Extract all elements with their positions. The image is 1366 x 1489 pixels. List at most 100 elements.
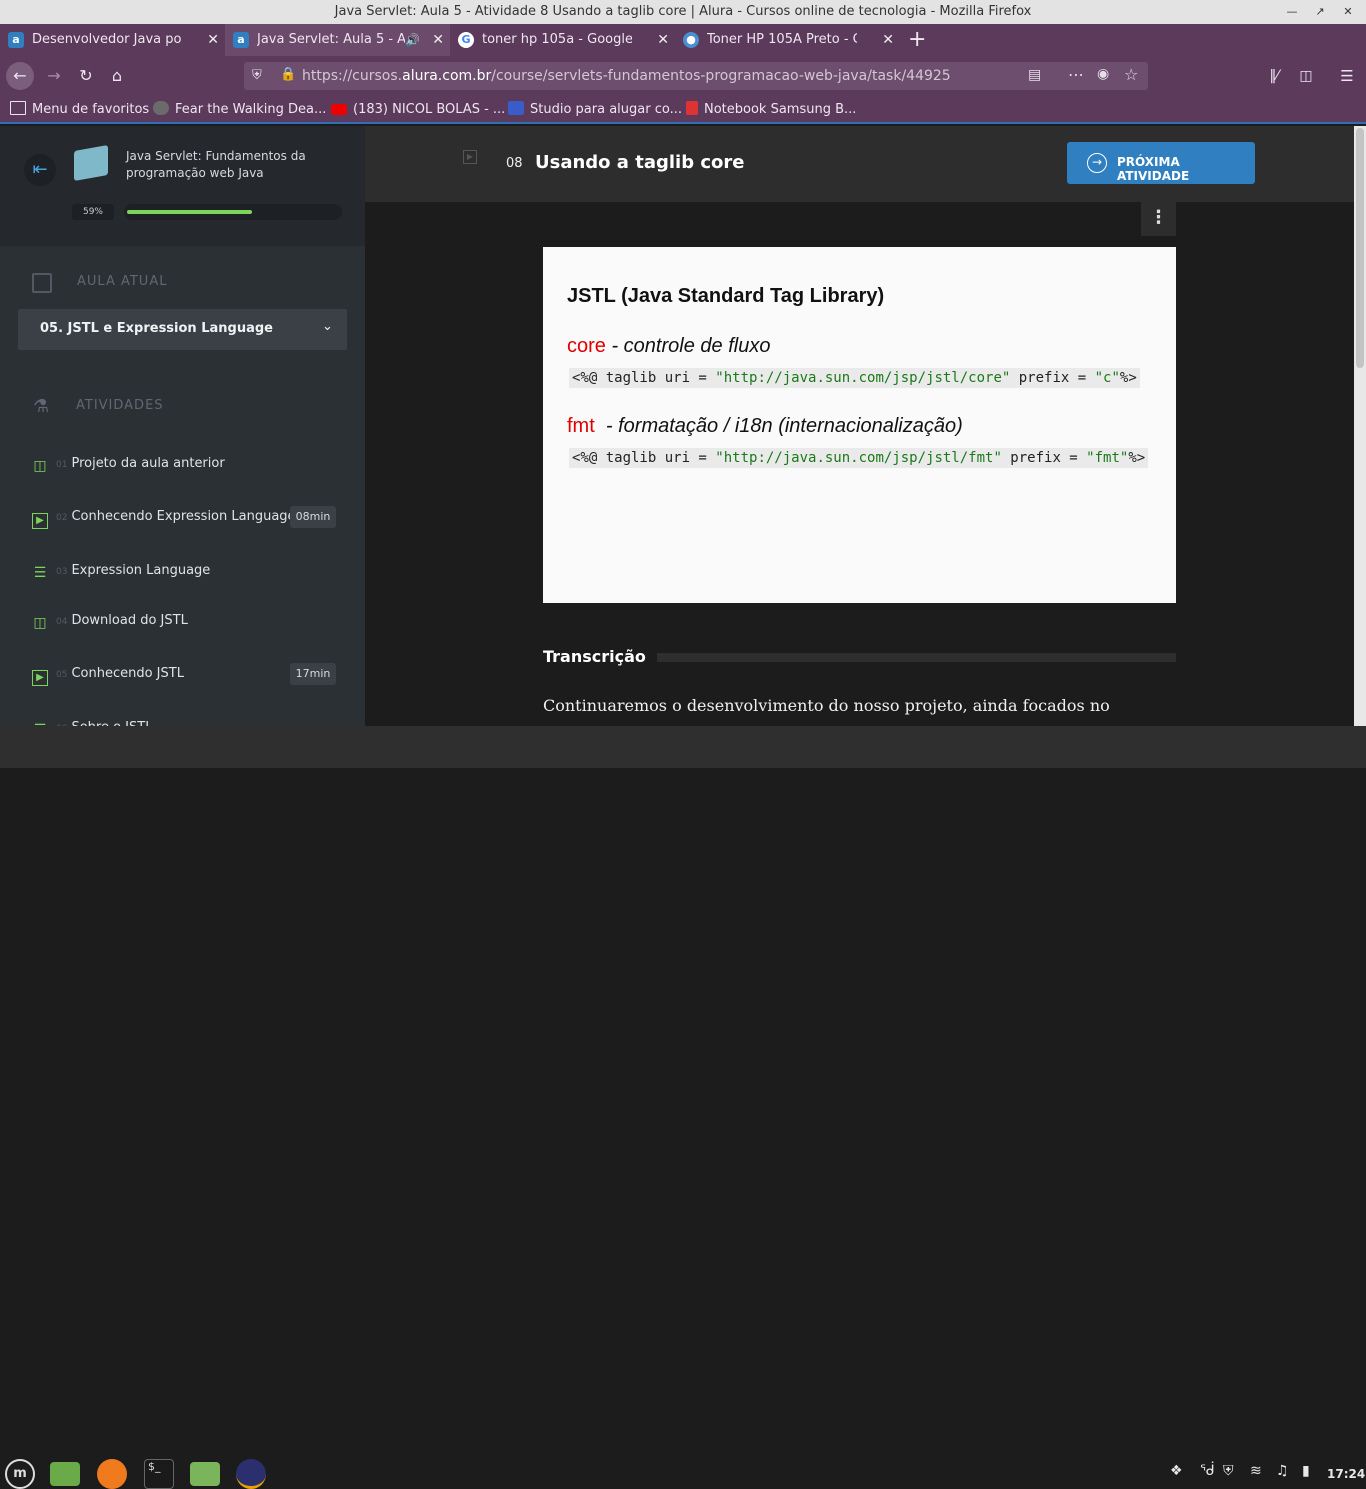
system-taskbar: m $_ ❖ ᖂ ⛨ ≋ ♫ ▮ 17:24 (0, 726, 1366, 1489)
book-icon: ◫ (33, 615, 47, 631)
restore-icon[interactable]: ↗ (1306, 0, 1334, 24)
transcript-text: Continuaremos o desenvolvimento do nosso… (543, 696, 1110, 715)
window-titlebar: Java Servlet: Aula 5 - Atividade 8 Usand… (0, 0, 1366, 24)
course-logo (74, 145, 108, 181)
lesson-selector[interactable]: 05. JSTL e Expression Language ⌄ (18, 309, 347, 350)
reload-button[interactable]: ↻ (72, 62, 100, 90)
mint-menu-icon[interactable]: m (5, 1459, 35, 1489)
files-icon[interactable] (190, 1462, 220, 1486)
fmt-taglib-code: <%@ taglib uri = "http://java.sun.com/js… (569, 448, 1149, 468)
activity-number: 03 (56, 567, 68, 577)
activity-item[interactable]: ▶ 05 Conhecendo JSTL (32, 662, 184, 686)
tab-strip: a Desenvolvedor Java por Kle ✕ a Java Se… (0, 24, 1366, 56)
bookmarks-toolbar: Menu de favoritos Fear the Walking Dea..… (0, 96, 1366, 124)
hamburger-menu-icon[interactable]: ☰ (1333, 62, 1361, 90)
firefox-icon[interactable] (97, 1459, 127, 1489)
progress-label: 59% (72, 204, 114, 220)
slide-fmt-line: fmt - formatação / i18n (internacionaliz… (567, 415, 963, 437)
bookmark-item[interactable]: Notebook Samsung B... (686, 96, 856, 124)
activity-number: 08 (506, 156, 523, 171)
close-window-icon[interactable]: ✕ (1334, 0, 1362, 24)
browser-tab[interactable]: a Desenvolvedor Java por Kle ✕ (0, 24, 225, 56)
book-icon: ◫ (33, 458, 47, 474)
activity-number: 05 (56, 670, 68, 680)
minimize-icon[interactable]: — (1278, 0, 1306, 24)
close-tab-icon[interactable]: ✕ (207, 24, 219, 56)
bluetooth-icon[interactable]: ᖂ (1200, 1463, 1215, 1479)
wifi-icon[interactable]: ≋ (1250, 1463, 1262, 1479)
tab-title: toner hp 105a - Google Sea (482, 32, 632, 47)
store-icon: ● (683, 32, 699, 48)
close-tab-icon[interactable]: ✕ (432, 24, 444, 56)
sidebar-toggle-icon[interactable]: ◫ (1292, 62, 1320, 90)
activity-item[interactable]: ◫ 04 Download do JSTL (32, 609, 187, 633)
shield-icon[interactable]: ⛨ (252, 68, 262, 83)
new-tab-button[interactable]: + (900, 24, 932, 56)
battery-icon[interactable]: ▮ (1302, 1463, 1310, 1479)
duration-badge: 17min (290, 663, 336, 685)
activity-item[interactable]: ▶ 02 Conhecendo Expression Language (32, 505, 296, 529)
close-tab-icon[interactable]: ✕ (657, 24, 669, 56)
activity-number: 02 (56, 513, 68, 523)
video-icon: ▶ (463, 150, 477, 164)
collapse-sidebar-icon[interactable]: ⇤ (24, 154, 56, 186)
course-title: Java Servlet: Fundamentos da programação… (126, 149, 306, 180)
slide-heading: JSTL (Java Standard Tag Library) (567, 285, 885, 307)
eclipse-icon[interactable] (236, 1459, 266, 1489)
browser-tab[interactable]: ● Toner HP 105A Preto - Orig ✕ (675, 24, 900, 56)
youtube-icon (331, 104, 347, 115)
activity-item[interactable]: ◫ 01 Projeto da aula anterior (32, 452, 225, 476)
activity-title: Usando a taglib core (535, 152, 745, 173)
bookmark-item[interactable]: Fear the Walking Dea... (153, 96, 326, 124)
home-button[interactable]: ⌂ (103, 62, 131, 90)
site-icon (153, 101, 169, 115)
bookmark-star-icon[interactable]: ☆ (1124, 65, 1138, 84)
browser-tab-active[interactable]: a Java Servlet: Aula 5 - Ati 🔊 ✕ (225, 24, 450, 56)
shield-icon[interactable]: ⛨ (1223, 1463, 1234, 1479)
window-title: Java Servlet: Aula 5 - Atividade 8 Usand… (334, 4, 1032, 19)
activity-item[interactable]: ☰ 03 Expression Language (32, 559, 211, 583)
course-header: ⇤ Java Servlet: Fundamentos da programaç… (0, 126, 365, 246)
forward-button[interactable]: → (40, 62, 68, 90)
speaker-icon[interactable]: 🔊 (405, 24, 420, 56)
reader-view-icon[interactable]: ▤ (1028, 67, 1041, 83)
tab-title: Desenvolvedor Java por Kle (32, 32, 182, 47)
alura-icon: a (8, 32, 24, 48)
next-activity-label: PRÓXIMA ATIVIDADE (1117, 155, 1190, 183)
more-actions-icon[interactable]: ⋯ (1068, 65, 1084, 84)
lock-icon: 🔒 (280, 67, 297, 82)
back-button[interactable]: ← (6, 62, 34, 90)
activity-number: 01 (56, 460, 68, 470)
bookmark-item[interactable]: Studio para alugar co... (508, 96, 682, 124)
dropbox-icon[interactable]: ❖ (1170, 1463, 1183, 1479)
flask-icon: ⚗ (33, 396, 50, 417)
clock[interactable]: 17:24 (1327, 1467, 1365, 1481)
video-icon: ▶ (32, 670, 48, 686)
bookmark-item[interactable]: (183) NICOL BOLAS - ... (331, 96, 505, 124)
activity-label: Conhecendo Expression Language (71, 509, 296, 524)
folder-icon (10, 101, 26, 115)
activity-label: Projeto da aula anterior (71, 456, 225, 471)
next-activity-button[interactable]: → PRÓXIMA ATIVIDADE (1067, 142, 1255, 184)
alura-icon: a (233, 32, 249, 48)
url-bar[interactable]: ⛨ 🔒 https://cursos.alura.com.br/course/s… (244, 62, 1148, 90)
browser-tab[interactable]: G toner hp 105a - Google Sea ✕ (450, 24, 675, 56)
close-tab-icon[interactable]: ✕ (882, 24, 894, 56)
terminal-icon[interactable]: $_ (144, 1459, 174, 1489)
activities-heading: ATIVIDADES (76, 398, 164, 413)
activity-header: ▶ 08 Usando a taglib core → PRÓXIMA ATIV… (365, 126, 1354, 202)
pocket-icon[interactable]: ◉ (1097, 66, 1109, 82)
list-icon: ☰ (33, 565, 47, 581)
scrollbar-thumb[interactable] (1356, 128, 1364, 368)
slide-core-line: core - controle de fluxo (567, 335, 771, 357)
tab-title: Toner HP 105A Preto - Orig (707, 32, 857, 47)
url-text[interactable]: https://cursos.alura.com.br/course/servl… (302, 62, 951, 90)
bookmark-item[interactable]: Menu de favoritos (10, 96, 149, 124)
lesson-selector-label: 05. JSTL e Expression Language (40, 321, 273, 336)
more-options-icon[interactable]: ⋮ (1141, 202, 1176, 236)
library-icon[interactable]: ‖⁄ (1260, 62, 1288, 90)
music-icon[interactable]: ♫ (1276, 1463, 1289, 1479)
arrow-right-icon: → (1087, 153, 1107, 173)
show-desktop-icon[interactable] (50, 1462, 80, 1486)
store-icon (686, 101, 698, 115)
